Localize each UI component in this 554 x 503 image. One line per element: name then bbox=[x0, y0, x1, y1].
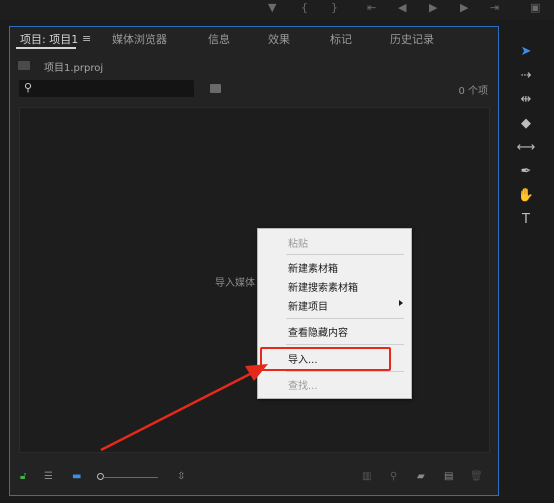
annotation-arrow bbox=[100, 364, 268, 452]
